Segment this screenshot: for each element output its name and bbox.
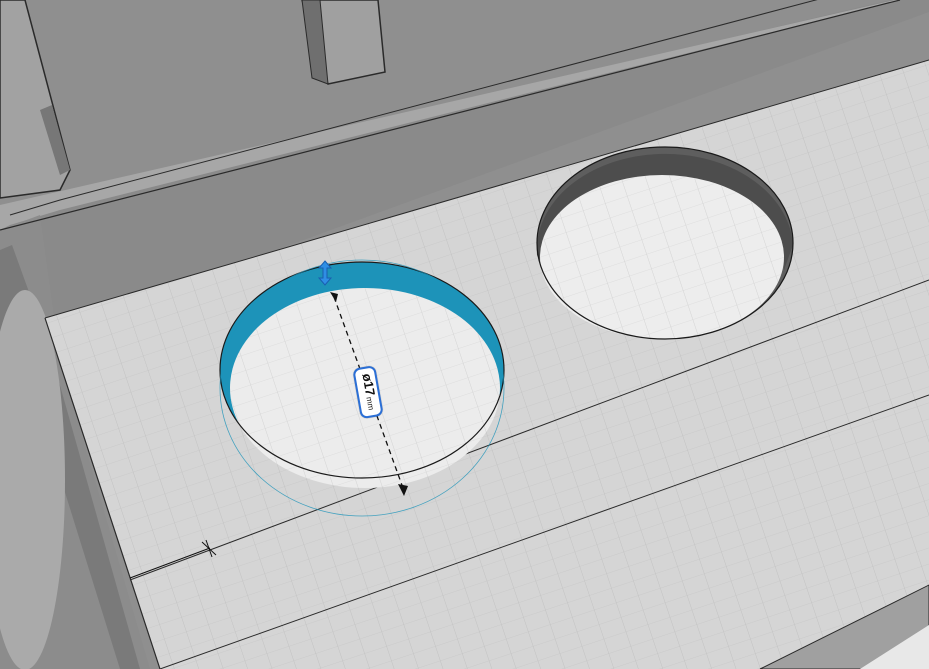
vertical-double-arrow-icon[interactable] xyxy=(311,259,339,287)
dimension-unit: mm xyxy=(364,396,376,411)
scene-canvas[interactable] xyxy=(0,0,929,669)
hole-2[interactable] xyxy=(536,146,794,340)
dimension-value: ø17 xyxy=(359,372,379,397)
3d-viewport[interactable]: ø17mm xyxy=(0,0,929,669)
